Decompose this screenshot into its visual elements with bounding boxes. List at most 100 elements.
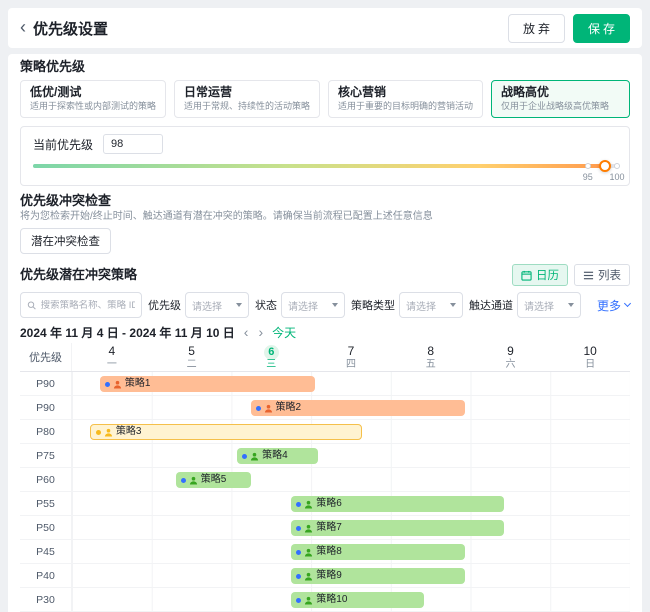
day-weekday: 六 xyxy=(471,359,551,371)
day-number: 10 xyxy=(550,343,630,359)
status-dot xyxy=(105,382,110,387)
day-header[interactable]: 4一 xyxy=(72,343,152,371)
filter-select-1[interactable]: 请选择 xyxy=(185,292,249,318)
day-weekday: 二 xyxy=(152,359,232,371)
filter-select-2[interactable]: 请选择 xyxy=(281,292,345,318)
status-dot xyxy=(296,598,301,603)
status-dot xyxy=(256,406,261,411)
list-view-button[interactable]: 列表 xyxy=(574,264,630,286)
calendar-row: P75策略4 xyxy=(20,444,630,468)
day-weekday: 五 xyxy=(391,359,471,371)
calendar-row: P40策略9 xyxy=(20,564,630,588)
strategy-name: 策略7 xyxy=(316,523,342,533)
gantt-bar[interactable]: 策略2 xyxy=(251,400,466,416)
prev-week-button[interactable]: ‹ xyxy=(243,325,250,339)
calendar-row-track: 策略4 xyxy=(72,444,630,467)
today-link[interactable]: 今天 xyxy=(272,324,296,341)
slider-mark-label: 100 xyxy=(609,172,624,182)
main-card: 策略优先级 低优/测试适用于探索性或内部测试的策略日常运营适用于常规、持续性的活… xyxy=(8,54,642,612)
strategy-type-icon xyxy=(189,476,198,485)
gantt-bar[interactable]: 策略4 xyxy=(237,448,317,464)
conflict-calendar: 优先级 4一5二6三7四8五9六10日 P90策略1P90策略2P80策略3P7… xyxy=(20,343,630,612)
gantt-bar[interactable]: 策略8 xyxy=(291,544,465,560)
slider-handle[interactable] xyxy=(599,160,611,172)
more-filters-link[interactable]: 更多 xyxy=(597,297,630,314)
select-placeholder: 请选择 xyxy=(192,298,222,313)
search-icon xyxy=(27,300,37,311)
gantt-bar[interactable]: 策略3 xyxy=(90,424,362,440)
day-number: 6 xyxy=(231,343,311,359)
chevron-down-icon xyxy=(568,303,574,307)
filter-select-4[interactable]: 请选择 xyxy=(517,292,581,318)
tier-card-title: 日常运营 xyxy=(184,85,310,99)
tier-card-title: 战略高优 xyxy=(501,85,620,99)
current-priority-label: 当前优先级 xyxy=(33,136,93,153)
discard-button[interactable]: 放弃 xyxy=(508,14,565,43)
filter-label: 优先级 xyxy=(148,297,181,313)
chevron-down-icon xyxy=(236,303,242,307)
gantt-bar[interactable]: 策略9 xyxy=(291,568,465,584)
priority-tier-card-2[interactable]: 日常运营适用于常规、持续性的活动策略 xyxy=(174,80,320,118)
day-weekday: 一 xyxy=(72,359,152,371)
filter-group-3: 策略类型请选择 xyxy=(351,292,463,318)
priority-tier-card-1[interactable]: 低优/测试适用于探索性或内部测试的策略 xyxy=(20,80,166,118)
gantt-bar[interactable]: 策略1 xyxy=(100,376,315,392)
status-dot xyxy=(181,478,186,483)
status-dot xyxy=(242,454,247,459)
strategy-name: 策略2 xyxy=(276,403,302,413)
gantt-bar[interactable]: 策略7 xyxy=(291,520,504,536)
gantt-bar[interactable]: 策略10 xyxy=(291,592,423,608)
select-placeholder: 请选择 xyxy=(288,298,318,313)
day-header[interactable]: 7四 xyxy=(311,343,391,371)
conflict-check-title: 优先级冲突检查 xyxy=(20,194,630,208)
priority-cell: P50 xyxy=(20,516,72,539)
day-header[interactable]: 6三 xyxy=(231,343,311,371)
priority-tier-card-3[interactable]: 核心营销适用于重要的目标明确的营销活动 xyxy=(328,80,483,118)
tier-card-desc: 仅用于企业战略级高优策略 xyxy=(501,101,620,112)
calendar-icon xyxy=(521,270,532,281)
day-number: 7 xyxy=(311,343,391,359)
chevron-down-icon xyxy=(624,300,631,307)
tier-card-desc: 适用于常规、持续性的活动策略 xyxy=(184,101,310,112)
calendar-row-track: 策略5 xyxy=(72,468,630,491)
priority-tier-card-4[interactable]: 战略高优仅用于企业战略级高优策略 xyxy=(491,80,630,118)
search-input[interactable] xyxy=(41,300,135,311)
gantt-bar[interactable]: 策略6 xyxy=(291,496,504,512)
date-range: 2024 年 11 月 4 日 - 2024 年 11 月 10 日 xyxy=(20,324,235,341)
slider-mark-label: 95 xyxy=(583,172,593,182)
strategy-name: 策略10 xyxy=(316,595,347,605)
save-button[interactable]: 保存 xyxy=(573,14,630,43)
calendar-row-track: 策略6 xyxy=(72,492,630,515)
chevron-down-icon xyxy=(332,303,338,307)
priority-column-header: 优先级 xyxy=(20,343,72,371)
select-placeholder: 请选择 xyxy=(524,298,554,313)
gantt-bar[interactable]: 策略5 xyxy=(176,472,251,488)
slider-mark-dot xyxy=(614,163,620,169)
strategy-name: 策略3 xyxy=(116,427,142,437)
filter-select-3[interactable]: 请选择 xyxy=(399,292,463,318)
priority-slider[interactable]: 95100 xyxy=(33,159,617,183)
calendar-row-track: 策略3 xyxy=(72,420,630,443)
day-headers: 4一5二6三7四8五9六10日 xyxy=(72,343,630,371)
calendar-view-label: 日历 xyxy=(536,267,559,283)
conflict-check-button[interactable]: 潜在冲突检查 xyxy=(20,228,111,254)
day-header[interactable]: 9六 xyxy=(471,343,551,371)
strategy-type-icon xyxy=(113,380,122,389)
day-header[interactable]: 8五 xyxy=(391,343,471,371)
day-header[interactable]: 5二 xyxy=(152,343,232,371)
current-priority-input[interactable] xyxy=(103,134,163,154)
strategy-type-icon xyxy=(264,404,273,413)
page-title: 优先级设置 xyxy=(33,18,108,39)
priority-cell: P30 xyxy=(20,588,72,611)
filter-group-2: 状态请选择 xyxy=(255,292,345,318)
next-week-button[interactable]: › xyxy=(257,325,264,339)
strategy-priority-title: 策略优先级 xyxy=(20,60,630,74)
day-header[interactable]: 10日 xyxy=(550,343,630,371)
back-icon[interactable]: ‹ xyxy=(20,18,26,36)
priority-cell: P90 xyxy=(20,396,72,419)
strategy-name: 策略8 xyxy=(316,547,342,557)
chevron-down-icon xyxy=(450,303,456,307)
calendar-view-button[interactable]: 日历 xyxy=(512,264,568,286)
calendar-header: 优先级 4一5二6三7四8五9六10日 xyxy=(20,343,630,371)
filter-label: 触达通道 xyxy=(469,297,513,313)
